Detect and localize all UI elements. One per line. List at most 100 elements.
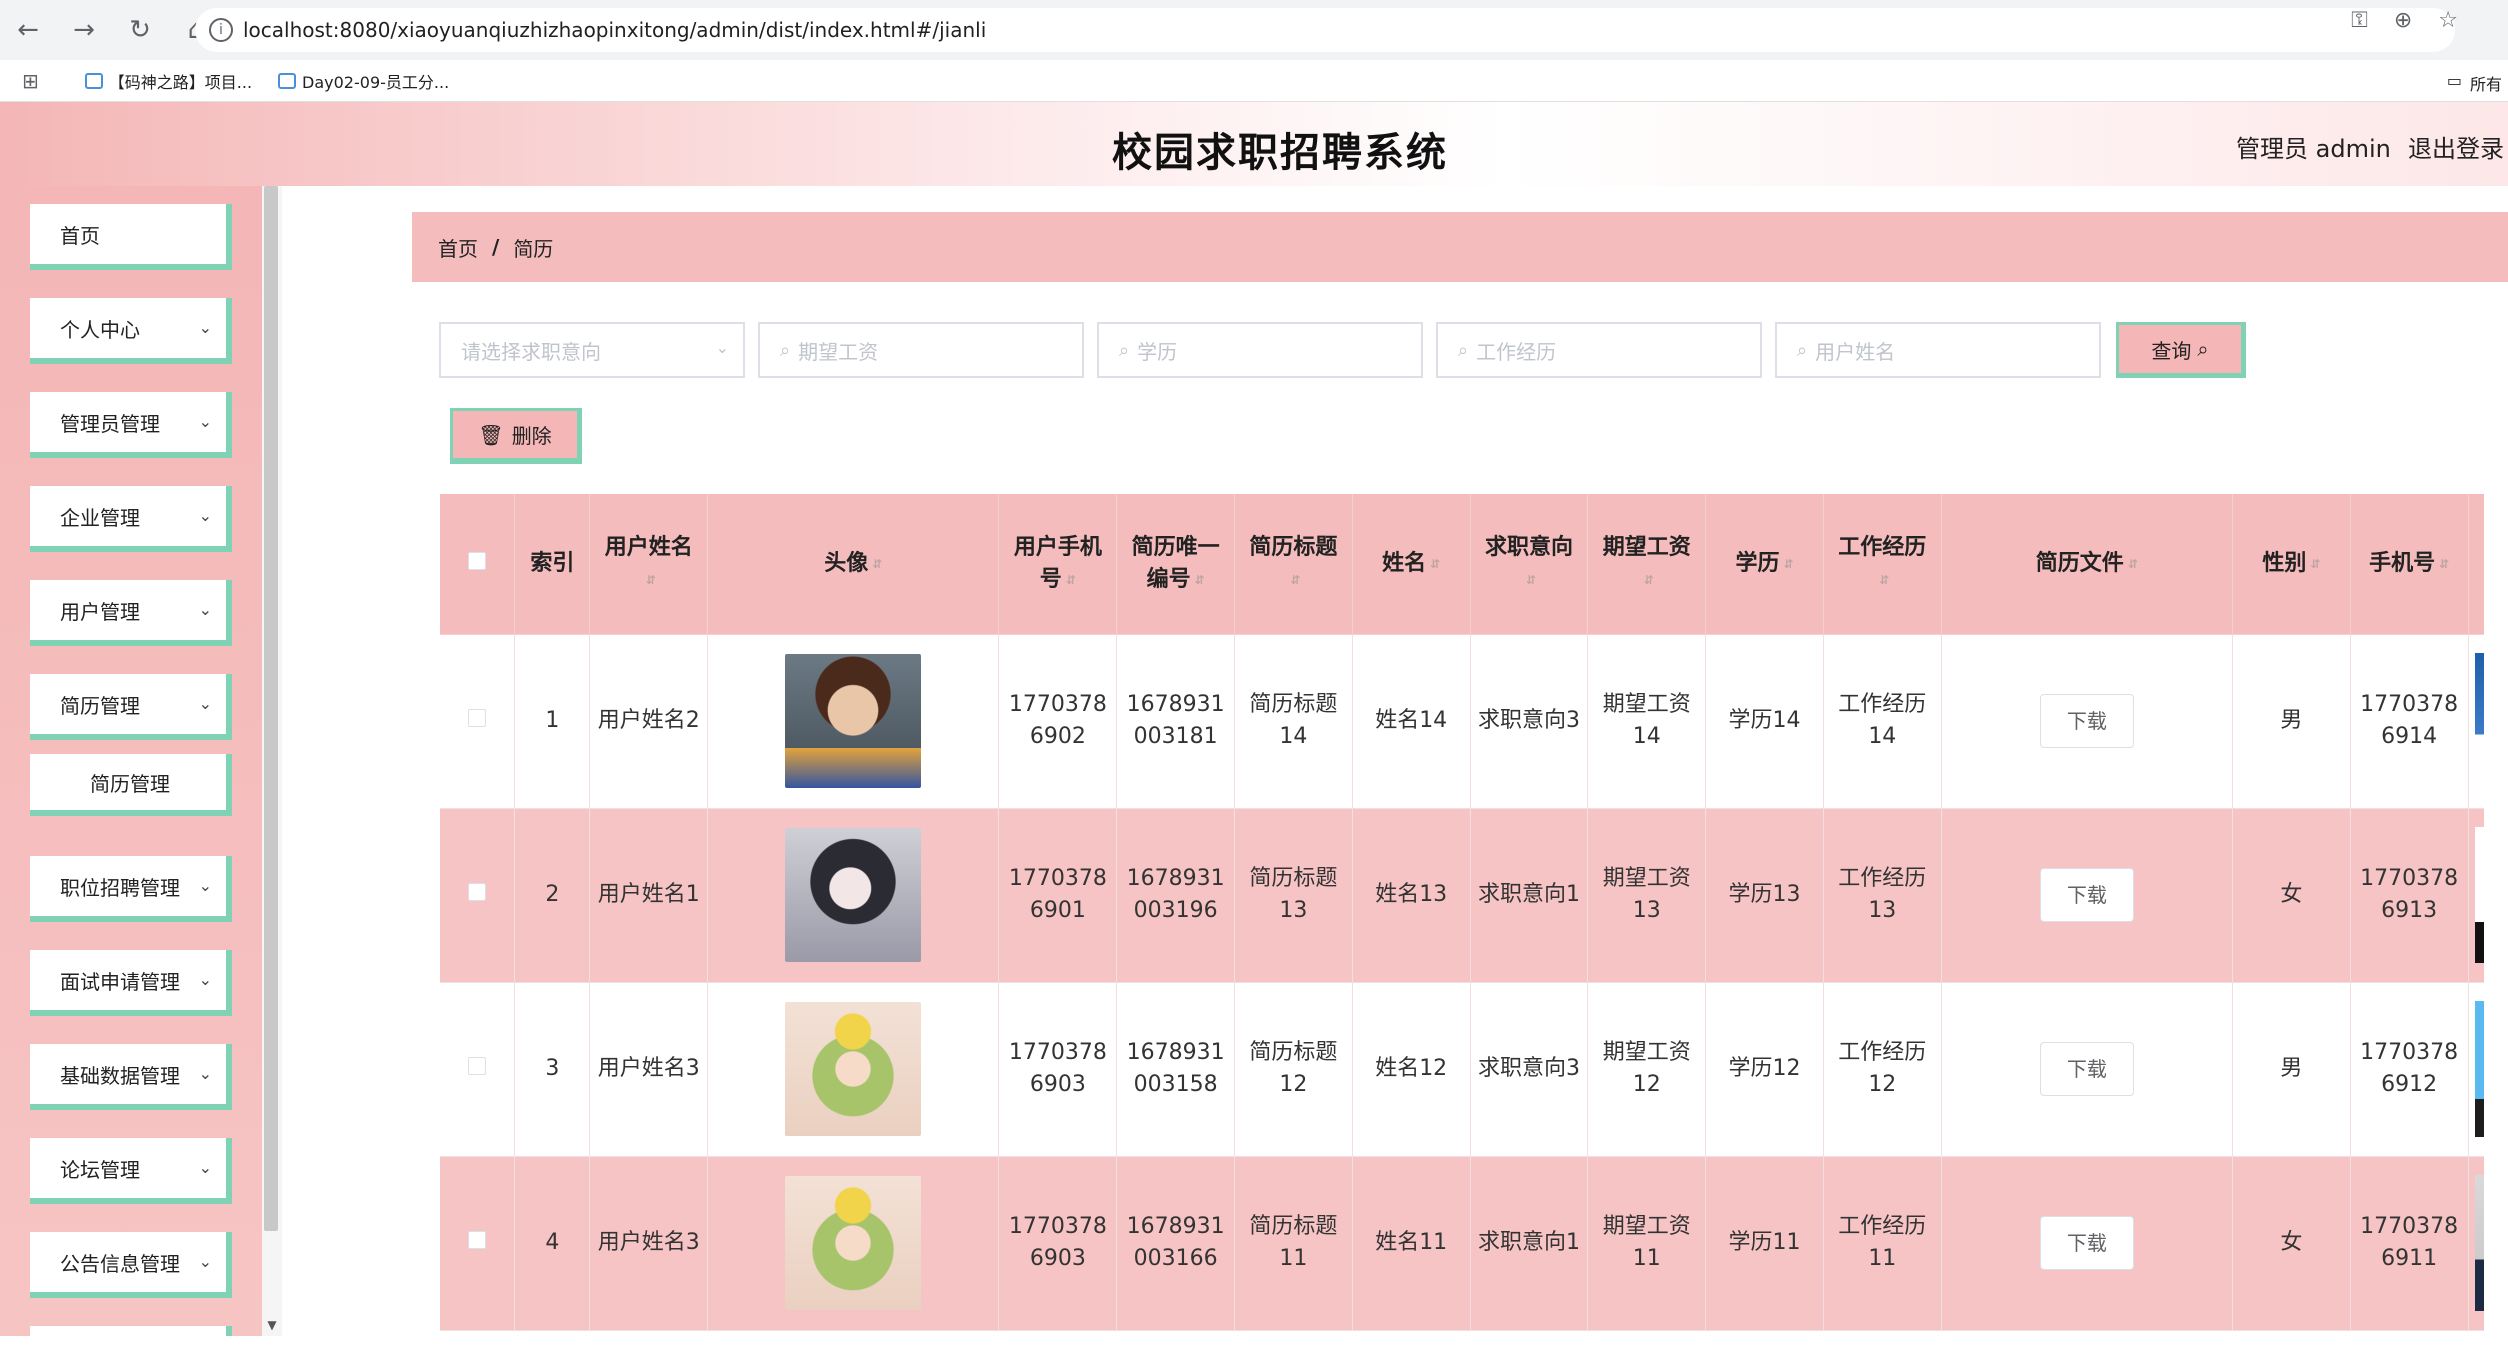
chevron-down-icon: ⌄	[198, 318, 212, 337]
search-icon: ⌕	[1119, 339, 1130, 361]
bookmark-item[interactable]: Day02-09-员工分...	[278, 69, 449, 93]
app-title: 校园求职招聘系统	[1112, 130, 1448, 176]
col-resume-file[interactable]: 简历文件 ⇵	[1941, 494, 2233, 635]
bookmark-item[interactable]: 【码神之路】项目...	[84, 69, 253, 93]
sidebar-item-more[interactable]	[30, 1326, 232, 1336]
url-text: localhost:8080/xiaoyuanqiuzhizhaopinxito…	[243, 18, 987, 42]
salary-input[interactable]: ⌕ 期望工资	[758, 322, 1084, 378]
education-input[interactable]: ⌕ 学历	[1097, 322, 1423, 378]
trash-icon: 🗑	[478, 422, 504, 447]
username-input[interactable]: ⌕ 用户姓名	[1775, 322, 2101, 378]
row-checkbox[interactable]	[440, 982, 516, 1157]
download-button[interactable]: 下载	[2039, 694, 2134, 748]
download-button[interactable]: 下载	[2039, 1042, 2134, 1096]
breadcrumb-home[interactable]: 首页	[438, 233, 478, 262]
sidebar-item-interviews[interactable]: 面试申请管理 ⌄	[30, 950, 232, 1016]
chevron-down-icon: ⌄	[198, 1252, 212, 1271]
sort-icon: ⇵	[1290, 572, 1301, 587]
sort-icon: ⇵	[1783, 556, 1794, 571]
col-username[interactable]: 用户姓名⇵	[589, 494, 709, 635]
sidebar-item-notices[interactable]: 公告信息管理 ⌄	[30, 1232, 232, 1298]
avatar	[707, 634, 1000, 809]
col-resume-title[interactable]: 简历标题⇵	[1234, 494, 1353, 635]
sidebar-scroll-thumb[interactable]	[264, 186, 278, 1231]
col-mobile[interactable]: 手机号 ⇵	[2350, 494, 2469, 635]
row-checkbox[interactable]	[440, 1156, 516, 1331]
sidebar-item-personal[interactable]: 个人中心 ⌄	[30, 298, 232, 364]
photo	[2468, 808, 2484, 983]
site-info-icon[interactable]: i	[209, 18, 233, 42]
col-intent[interactable]: 求职意向⇵	[1470, 494, 1589, 635]
sort-icon: ⇵	[2439, 556, 2450, 571]
all-bookmarks[interactable]: ▭ 所有	[2447, 71, 2502, 95]
sidebar-item-home[interactable]: 首页	[30, 204, 232, 270]
folder-icon: ▭	[2446, 71, 2462, 90]
sidebar-item-resumes[interactable]: 简历管理 ⌄	[30, 674, 232, 740]
sidebar-item-admins[interactable]: 管理员管理 ⌄	[30, 392, 232, 458]
sidebar-item-forum[interactable]: 论坛管理 ⌄	[30, 1138, 232, 1204]
col-education[interactable]: 学历 ⇵	[1705, 494, 1824, 635]
col-photo[interactable]: 照片	[2468, 494, 2484, 635]
col-user-phone[interactable]: 用户手机号 ⇵	[998, 494, 1118, 635]
row-checkbox[interactable]	[440, 634, 516, 809]
avatar	[707, 1156, 1000, 1331]
star-icon[interactable]: ☆	[2438, 8, 2458, 33]
avatar	[707, 808, 1000, 983]
forward-icon[interactable]: →	[56, 0, 112, 60]
sidebar-item-users[interactable]: 用户管理 ⌄	[30, 580, 232, 646]
photo	[2468, 1156, 2484, 1331]
scroll-down-icon[interactable]: ▼	[263, 1318, 281, 1336]
download-button[interactable]: 下载	[2039, 868, 2134, 922]
apps-icon[interactable]: ⊞	[22, 69, 39, 93]
intent-select[interactable]: 请选择求职意向 ⌄	[439, 322, 745, 378]
zoom-icon[interactable]: ⊕	[2394, 8, 2412, 33]
sidebar-item-jobs[interactable]: 职位招聘管理 ⌄	[30, 856, 232, 922]
sort-icon: ⇵	[1643, 572, 1654, 587]
chevron-down-icon: ⌄	[198, 1064, 212, 1083]
bookmark-label: 【码神之路】项目...	[108, 72, 253, 92]
col-avatar[interactable]: 头像 ⇵	[707, 494, 1000, 635]
col-experience[interactable]: 工作经历⇵	[1823, 494, 1942, 635]
search-icon: ⌕	[1797, 339, 1808, 361]
col-salary[interactable]: 期望工资⇵	[1587, 494, 1707, 635]
sidebar-item-basedata[interactable]: 基础数据管理 ⌄	[30, 1044, 232, 1110]
reload-icon[interactable]: ↻	[112, 0, 168, 60]
chevron-down-icon: ⌄	[715, 338, 729, 357]
bookmarks-bar: ⊞ 【码神之路】项目... Day02-09-员工分... ▭ 所有	[0, 60, 2508, 102]
sidebar-subitem-resumes[interactable]: 简历管理	[30, 754, 232, 816]
resume-table: 索引 用户姓名⇵ 头像 ⇵ 用户手机号 ⇵ 简历唯一编号 ⇵ 简历标题⇵ 姓名 ⇵ 求职…	[440, 494, 2484, 1336]
sidebar: 首页 个人中心 ⌄ 管理员管理 ⌄ 企业管理 ⌄ 用户管理 ⌄ 简历管理 ⌄ 简历管理 职…	[0, 186, 262, 1336]
sort-icon: ⇵	[1879, 572, 1890, 587]
app-header: 校园求职招聘系统 管理员 admin 退出登录	[0, 102, 2508, 186]
col-resume-code[interactable]: 简历唯一编号 ⇵	[1116, 494, 1236, 635]
bookmark-label: Day02-09-员工分...	[302, 72, 450, 92]
sort-icon: ⇵	[1525, 572, 1536, 587]
key-icon[interactable]: ⚿	[2351, 8, 2368, 33]
breadcrumb: 首页 / 简历	[412, 212, 2508, 282]
search-icon: ⌕	[1458, 339, 1469, 361]
col-name[interactable]: 姓名 ⇵	[1352, 494, 1471, 635]
experience-input[interactable]: ⌕ 工作经历	[1436, 322, 1762, 378]
sidebar-item-companies[interactable]: 企业管理 ⌄	[30, 486, 232, 552]
chevron-down-icon: ⌄	[198, 600, 212, 619]
sort-icon: ⇵	[2310, 556, 2321, 571]
sort-icon: ⇵	[1430, 556, 1441, 571]
sort-icon: ⇵	[645, 572, 656, 587]
table-header-row: 索引 用户姓名⇵ 头像 ⇵ 用户手机号 ⇵ 简历唯一编号 ⇵ 简历标题⇵ 姓名 ⇵ 求职…	[440, 494, 2484, 635]
delete-button[interactable]: 🗑 删除	[450, 408, 582, 464]
browser-toolbar: ← → ↻ ⌂ i localhost:8080/xiaoyuanqiuzhiz…	[0, 0, 2508, 60]
chevron-down-icon: ⌄	[198, 970, 212, 989]
query-button[interactable]: 查询 ⌕	[2116, 322, 2246, 378]
photo	[2468, 982, 2484, 1157]
back-icon[interactable]: ←	[0, 0, 56, 60]
address-bar[interactable]: i localhost:8080/xiaoyuanqiuzhizhaopinxi…	[195, 8, 2455, 52]
col-index: 索引	[514, 494, 591, 635]
avatar	[707, 982, 1000, 1157]
sort-icon: ⇵	[1065, 572, 1076, 587]
col-gender[interactable]: 性别 ⇵	[2232, 494, 2351, 635]
select-all-checkbox[interactable]	[440, 494, 516, 635]
table-row: 1 用户姓名2 17703786902 1678931003181 简历标题14…	[440, 634, 2484, 809]
download-button[interactable]: 下载	[2039, 1216, 2134, 1270]
row-checkbox[interactable]	[440, 808, 516, 983]
logout-link[interactable]: 退出登录	[2408, 129, 2504, 164]
